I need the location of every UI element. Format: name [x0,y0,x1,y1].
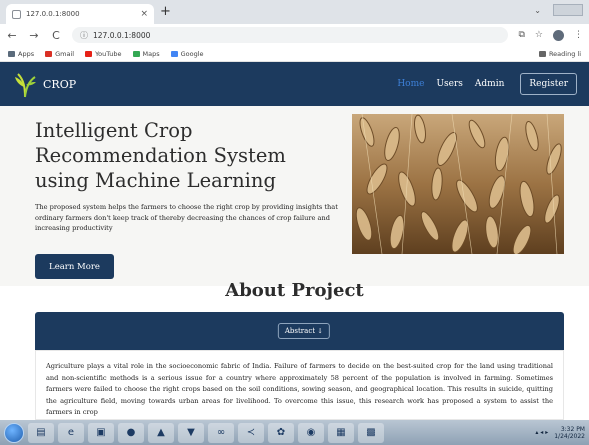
tab-search-icon[interactable]: ⌄ [534,6,541,15]
url-field[interactable]: ⓘ 127.0.0.1:8000 [72,27,509,43]
register-button[interactable]: Register [520,73,577,95]
address-bar-row: ← → C ⓘ 127.0.0.1:8000 ⧉ ☆ ⋮ [0,24,589,46]
tab-close-icon[interactable]: × [140,9,148,19]
abstract-body: Agriculture plays a vital role in the so… [35,350,564,420]
bookmark-maps[interactable]: Maps [132,50,160,58]
notepad-icon[interactable]: ▦ [328,422,354,443]
hero-section: Intelligent Crop Recommendation System u… [0,106,589,286]
back-icon[interactable]: ← [6,29,18,42]
toolbar-icons: ⧉ ☆ ⋮ [518,29,583,41]
youtube-icon [85,50,93,57]
clock-date: 1/24/2022 [554,432,585,440]
abstract-text: Agriculture plays a vital role in the so… [46,362,553,416]
bookmarks-bar: Apps Gmail YouTube Maps Google Reading l… [0,46,589,62]
nav-admin-link[interactable]: Admin [475,79,504,89]
chrome-icon[interactable]: ● [118,422,144,443]
hero-title: Intelligent Crop Recommendation System u… [35,119,286,192]
reading-list-icon [538,50,546,57]
arduino-icon[interactable]: ∞ [208,422,234,443]
bookmark-star-icon[interactable]: ☆ [535,30,543,40]
paint-icon[interactable]: ✿ [268,422,294,443]
site-info-icon[interactable]: ⓘ [80,30,88,41]
nav-home-link[interactable]: Home [397,79,424,89]
page-favicon-icon [12,9,21,19]
abstract-panel-header: Abstract ↓ [35,312,564,350]
abstract-toggle-button[interactable]: Abstract ↓ [277,323,331,339]
new-tab-button[interactable]: + [160,5,171,19]
crop-logo-icon [15,73,36,98]
firefox-icon[interactable]: ◉ [298,422,324,443]
folder-icon[interactable]: ▤ [28,422,54,443]
sts-icon[interactable]: ▣ [88,422,114,443]
browser-tab[interactable]: 127.0.0.1:8000 × [6,4,154,24]
site-navbar: CROP Home Users Admin Register [0,62,589,106]
google-icon [170,50,178,57]
reading-list[interactable]: Reading li [538,50,581,58]
terminal-icon[interactable]: ▩ [358,422,384,443]
bookmark-youtube[interactable]: YouTube [85,50,122,58]
forward-icon[interactable]: → [28,29,40,42]
vscode-icon[interactable]: ≺ [238,422,264,443]
brand-name: CROP [43,77,77,91]
learn-more-button[interactable]: Learn More [35,254,114,279]
bookmark-apps[interactable]: Apps [8,50,34,58]
nav-users-link[interactable]: Users [436,79,462,89]
about-title: About Project [225,280,364,301]
visual-studio-icon[interactable]: ▼ [178,422,204,443]
ie-icon[interactable]: e [58,422,84,443]
tab-title: 127.0.0.1:8000 [26,10,80,18]
nav-links: Home Users Admin Register [397,73,577,95]
bookmark-gmail[interactable]: Gmail [45,50,74,58]
start-button[interactable] [4,422,24,443]
system-tray: ▴ ◂ ▸ 3:32 PM 1/24/2022 [535,426,585,440]
tray-icons[interactable]: ▴ ◂ ▸ [535,429,548,436]
brand-link[interactable]: CROP [12,70,76,98]
reload-icon[interactable]: C [50,29,62,42]
browser-tab-bar: 127.0.0.1:8000 × + ⌄ [0,0,589,24]
clock-time: 3:32 PM [560,425,585,433]
bookmark-google[interactable]: Google [170,50,204,58]
menu-icon[interactable]: ⋮ [574,30,583,40]
window-controls: ⌄ [534,4,583,16]
hero-description: The proposed system helps the farmers to… [35,203,338,232]
share-icon[interactable]: ⧉ [518,30,524,40]
gmail-icon [45,50,53,57]
taskbar: ▤ e ▣ ● ▲ ▼ ∞ ≺ ✿ ◉ ▦ ▩ ▴ ◂ ▸ 3:32 PM 1/… [0,420,589,445]
window-buttons[interactable] [553,4,583,16]
url-text: 127.0.0.1:8000 [93,30,151,40]
maps-icon [132,50,140,57]
wheat-field-image [352,114,564,254]
profile-avatar-icon[interactable] [553,29,564,41]
vlc-icon[interactable]: ▲ [148,422,174,443]
clock[interactable]: 3:32 PM 1/24/2022 [554,426,585,440]
apps-grid-icon [8,50,15,57]
